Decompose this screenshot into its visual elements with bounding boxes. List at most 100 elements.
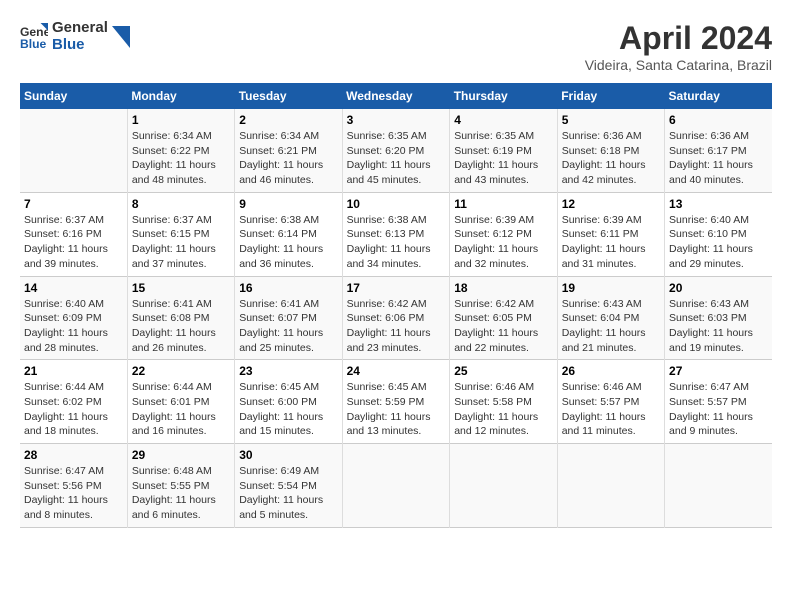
day-number: 7 bbox=[24, 197, 123, 211]
day-number: 30 bbox=[239, 448, 337, 462]
day-info: Sunrise: 6:35 AM Sunset: 6:19 PM Dayligh… bbox=[454, 129, 552, 188]
day-info: Sunrise: 6:43 AM Sunset: 6:04 PM Dayligh… bbox=[562, 297, 660, 356]
calendar-cell: 17 Sunrise: 6:42 AM Sunset: 6:06 PM Dayli… bbox=[342, 276, 450, 360]
day-number: 11 bbox=[454, 197, 552, 211]
day-number: 25 bbox=[454, 364, 552, 378]
page-header: General Blue General Blue April 2024 Vid… bbox=[20, 20, 772, 73]
day-number: 24 bbox=[347, 364, 446, 378]
weekday-header: Tuesday bbox=[235, 83, 342, 109]
weekday-header: Thursday bbox=[450, 83, 557, 109]
calendar-cell: 20 Sunrise: 6:43 AM Sunset: 6:03 PM Dayli… bbox=[665, 276, 772, 360]
calendar-cell: 16Sunrise: 6:41 AM Sunset: 6:07 PM Dayli… bbox=[235, 276, 342, 360]
day-number: 27 bbox=[669, 364, 768, 378]
day-number: 28 bbox=[24, 448, 123, 462]
day-number: 9 bbox=[239, 197, 337, 211]
weekday-row: SundayMondayTuesdayWednesdayThursdayFrid… bbox=[20, 83, 772, 109]
calendar-cell: 9 Sunrise: 6:38 AM Sunset: 6:14 PM Daylig… bbox=[235, 192, 342, 276]
day-number: 18 bbox=[454, 281, 552, 295]
calendar-cell: 28 Sunrise: 6:47 AM Sunset: 5:56 PM Dayli… bbox=[20, 444, 127, 528]
day-info: Sunrise: 6:42 AM Sunset: 6:06 PM Dayligh… bbox=[347, 297, 446, 356]
day-info: Sunrise: 6:41 AM Sunset: 6:07 PM Dayligh… bbox=[239, 297, 337, 356]
calendar-cell: 8Sunrise: 6:37 AM Sunset: 6:15 PM Daylig… bbox=[127, 192, 234, 276]
day-info: Sunrise: 6:43 AM Sunset: 6:03 PM Dayligh… bbox=[669, 297, 768, 356]
logo-triangle-icon bbox=[112, 26, 130, 48]
day-number: 8 bbox=[132, 197, 230, 211]
day-number: 5 bbox=[562, 113, 660, 127]
calendar-cell: 4 Sunrise: 6:35 AM Sunset: 6:19 PM Daylig… bbox=[450, 109, 557, 192]
month-title: April 2024 bbox=[585, 20, 772, 57]
weekday-header: Sunday bbox=[20, 83, 127, 109]
calendar-cell: 22Sunrise: 6:44 AM Sunset: 6:01 PM Dayli… bbox=[127, 360, 234, 444]
day-info: Sunrise: 6:46 AM Sunset: 5:57 PM Dayligh… bbox=[562, 380, 660, 439]
day-info: Sunrise: 6:41 AM Sunset: 6:08 PM Dayligh… bbox=[132, 297, 230, 356]
day-number: 15 bbox=[132, 281, 230, 295]
calendar-cell: 21 Sunrise: 6:44 AM Sunset: 6:02 PM Dayli… bbox=[20, 360, 127, 444]
calendar-cell: 24 Sunrise: 6:45 AM Sunset: 5:59 PM Dayli… bbox=[342, 360, 450, 444]
day-info: Sunrise: 6:37 AM Sunset: 6:16 PM Dayligh… bbox=[24, 213, 123, 272]
calendar-cell: 29Sunrise: 6:48 AM Sunset: 5:55 PM Dayli… bbox=[127, 444, 234, 528]
calendar-cell: 26 Sunrise: 6:46 AM Sunset: 5:57 PM Dayli… bbox=[557, 360, 664, 444]
calendar-week-row: 28 Sunrise: 6:47 AM Sunset: 5:56 PM Dayli… bbox=[20, 444, 772, 528]
calendar-cell bbox=[665, 444, 772, 528]
calendar-cell bbox=[450, 444, 557, 528]
calendar-cell: 11Sunrise: 6:39 AM Sunset: 6:12 PM Dayli… bbox=[450, 192, 557, 276]
calendar-cell: 7 Sunrise: 6:37 AM Sunset: 6:16 PM Daylig… bbox=[20, 192, 127, 276]
day-info: Sunrise: 6:34 AM Sunset: 6:21 PM Dayligh… bbox=[239, 129, 337, 188]
day-number: 21 bbox=[24, 364, 123, 378]
calendar-cell: 15 Sunrise: 6:41 AM Sunset: 6:08 PM Dayli… bbox=[127, 276, 234, 360]
day-info: Sunrise: 6:48 AM Sunset: 5:55 PM Dayligh… bbox=[132, 464, 230, 523]
day-info: Sunrise: 6:36 AM Sunset: 6:17 PM Dayligh… bbox=[669, 129, 768, 188]
calendar-cell: 6 Sunrise: 6:36 AM Sunset: 6:17 PM Daylig… bbox=[665, 109, 772, 192]
calendar-cell: 5 Sunrise: 6:36 AM Sunset: 6:18 PM Daylig… bbox=[557, 109, 664, 192]
day-number: 17 bbox=[347, 281, 446, 295]
calendar-cell: 19 Sunrise: 6:43 AM Sunset: 6:04 PM Dayli… bbox=[557, 276, 664, 360]
calendar-cell: 13 Sunrise: 6:40 AM Sunset: 6:10 PM Dayli… bbox=[665, 192, 772, 276]
day-number: 10 bbox=[347, 197, 446, 211]
day-number: 20 bbox=[669, 281, 768, 295]
day-number: 2 bbox=[239, 113, 337, 127]
calendar-week-row: 14Sunrise: 6:40 AM Sunset: 6:09 PM Dayli… bbox=[20, 276, 772, 360]
day-info: Sunrise: 6:47 AM Sunset: 5:56 PM Dayligh… bbox=[24, 464, 123, 523]
calendar-cell: 10 Sunrise: 6:38 AM Sunset: 6:13 PM Dayli… bbox=[342, 192, 450, 276]
day-info: Sunrise: 6:45 AM Sunset: 6:00 PM Dayligh… bbox=[239, 380, 337, 439]
day-info: Sunrise: 6:49 AM Sunset: 5:54 PM Dayligh… bbox=[239, 464, 337, 523]
weekday-header: Saturday bbox=[665, 83, 772, 109]
day-info: Sunrise: 6:36 AM Sunset: 6:18 PM Dayligh… bbox=[562, 129, 660, 188]
calendar-week-row: 1Sunrise: 6:34 AM Sunset: 6:22 PM Daylig… bbox=[20, 109, 772, 192]
day-info: Sunrise: 6:47 AM Sunset: 5:57 PM Dayligh… bbox=[669, 380, 768, 439]
calendar-cell: 23 Sunrise: 6:45 AM Sunset: 6:00 PM Dayli… bbox=[235, 360, 342, 444]
svg-text:Blue: Blue bbox=[20, 37, 47, 51]
weekday-header: Wednesday bbox=[342, 83, 450, 109]
title-area: April 2024 Videira, Santa Catarina, Braz… bbox=[585, 20, 772, 73]
day-info: Sunrise: 6:38 AM Sunset: 6:14 PM Dayligh… bbox=[239, 213, 337, 272]
day-number: 6 bbox=[669, 113, 768, 127]
day-number: 13 bbox=[669, 197, 768, 211]
day-number: 19 bbox=[562, 281, 660, 295]
logo-line1: General bbox=[52, 20, 108, 37]
calendar-cell: 14Sunrise: 6:40 AM Sunset: 6:09 PM Dayli… bbox=[20, 276, 127, 360]
day-info: Sunrise: 6:46 AM Sunset: 5:58 PM Dayligh… bbox=[454, 380, 552, 439]
calendar-cell: 27 Sunrise: 6:47 AM Sunset: 5:57 PM Dayli… bbox=[665, 360, 772, 444]
calendar-week-row: 7 Sunrise: 6:37 AM Sunset: 6:16 PM Daylig… bbox=[20, 192, 772, 276]
day-info: Sunrise: 6:39 AM Sunset: 6:11 PM Dayligh… bbox=[562, 213, 660, 272]
calendar-cell: 18Sunrise: 6:42 AM Sunset: 6:05 PM Dayli… bbox=[450, 276, 557, 360]
day-number: 12 bbox=[562, 197, 660, 211]
day-info: Sunrise: 6:38 AM Sunset: 6:13 PM Dayligh… bbox=[347, 213, 446, 272]
calendar-header: SundayMondayTuesdayWednesdayThursdayFrid… bbox=[20, 83, 772, 109]
day-info: Sunrise: 6:40 AM Sunset: 6:09 PM Dayligh… bbox=[24, 297, 123, 356]
calendar-cell: 3Sunrise: 6:35 AM Sunset: 6:20 PM Daylig… bbox=[342, 109, 450, 192]
day-number: 23 bbox=[239, 364, 337, 378]
calendar-week-row: 21 Sunrise: 6:44 AM Sunset: 6:02 PM Dayli… bbox=[20, 360, 772, 444]
day-number: 4 bbox=[454, 113, 552, 127]
day-info: Sunrise: 6:45 AM Sunset: 5:59 PM Dayligh… bbox=[347, 380, 446, 439]
calendar-cell: 2 Sunrise: 6:34 AM Sunset: 6:21 PM Daylig… bbox=[235, 109, 342, 192]
day-info: Sunrise: 6:40 AM Sunset: 6:10 PM Dayligh… bbox=[669, 213, 768, 272]
day-number: 26 bbox=[562, 364, 660, 378]
weekday-header: Monday bbox=[127, 83, 234, 109]
calendar-body: 1Sunrise: 6:34 AM Sunset: 6:22 PM Daylig… bbox=[20, 109, 772, 527]
day-info: Sunrise: 6:44 AM Sunset: 6:01 PM Dayligh… bbox=[132, 380, 230, 439]
calendar-cell bbox=[342, 444, 450, 528]
day-info: Sunrise: 6:44 AM Sunset: 6:02 PM Dayligh… bbox=[24, 380, 123, 439]
calendar-cell bbox=[20, 109, 127, 192]
logo-icon: General Blue bbox=[20, 23, 48, 51]
